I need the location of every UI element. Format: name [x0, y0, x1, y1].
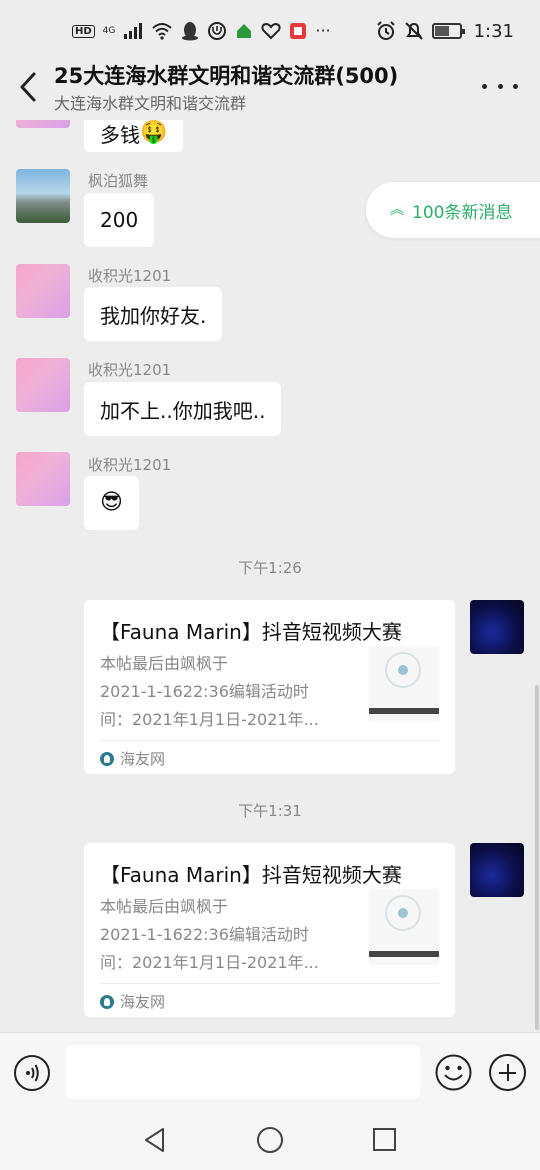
status-bar: HD 4G ··· 1:31 — [0, 0, 540, 62]
home-app-icon — [237, 24, 252, 38]
chat-area[interactable]: 多钱 🤑 枫泊狐舞 200 ︽ 100条新消息 收积光1201 我加你好友. 收积… — [0, 120, 540, 1032]
alarm-icon — [376, 21, 395, 40]
message-bubble[interactable]: 多钱 🤑 — [84, 120, 184, 152]
signal-icon — [124, 23, 143, 39]
clock: 1:31 — [473, 20, 514, 42]
card-source-label: 海友网 — [120, 993, 166, 1011]
hd-badge: HD — [72, 24, 95, 38]
card-divider — [100, 983, 439, 984]
card-title: 【Fauna Marin】抖音短视频大赛 — [100, 863, 402, 887]
plus-icon[interactable] — [489, 1054, 526, 1091]
card-thumbnail — [369, 646, 439, 722]
message-text: 加不上..你加我吧.. — [100, 398, 266, 423]
chevron-left-icon[interactable] — [16, 70, 40, 104]
avatar-self[interactable] — [470, 843, 524, 897]
chat-title: 25大连海水群文明和谐交流群(500) — [54, 64, 399, 88]
avatar[interactable] — [16, 452, 70, 506]
message-bubble[interactable]: 我加你好友. — [84, 287, 223, 341]
source-logo-icon — [100, 751, 114, 766]
message-text: 多钱 — [100, 122, 140, 147]
more-notifications-icon: ··· — [315, 21, 331, 40]
card-source: 海友网 — [100, 748, 165, 769]
sender-name: 收积光1201 — [88, 267, 172, 285]
avatar[interactable] — [16, 264, 70, 318]
card-desc-line: 间：2021年1月1日-2021年... — [100, 710, 319, 729]
card-description: 本帖最后由飒枫于 2021-1-1622:36编辑活动时 间：2021年1月1日… — [100, 893, 350, 977]
avatar[interactable] — [16, 358, 70, 412]
red-app-icon — [290, 23, 307, 39]
chat-subtitle: 大连海水群文明和谐交流群 — [54, 94, 247, 113]
double-chevron-up-icon: ︽ — [390, 202, 404, 218]
timestamp: 下午1:26 — [238, 559, 302, 577]
card-source: 海友网 — [100, 991, 165, 1012]
source-logo-icon — [100, 994, 114, 1009]
message-text: 200 — [100, 208, 139, 232]
nav-home-icon[interactable] — [257, 1127, 283, 1153]
message-bubble[interactable]: 😎 — [84, 476, 139, 530]
card-title: 【Fauna Marin】抖音短视频大赛 — [100, 620, 402, 644]
qq-penguin-icon — [182, 22, 199, 41]
sunglasses-emoji: 😎 — [100, 490, 123, 515]
network-type: 4G — [102, 25, 116, 36]
avatar[interactable] — [16, 169, 70, 223]
message-bubble[interactable]: 200 — [84, 193, 155, 247]
card-source-label: 海友网 — [120, 750, 166, 768]
chat-header: 25大连海水群文明和谐交流群(500) 大连海水群文明和谐交流群 — [0, 56, 540, 120]
sender-name: 收积光1201 — [88, 361, 172, 379]
new-messages-button[interactable]: ︽ 100条新消息 — [366, 182, 540, 238]
card-desc-line: 本帖最后由飒枫于 — [100, 654, 229, 673]
input-bar — [0, 1032, 540, 1112]
message-input[interactable] — [66, 1045, 420, 1099]
voice-waves — [26, 1064, 39, 1082]
timestamp: 下午1:31 — [238, 802, 302, 820]
money-face-emoji: 🤑 — [140, 120, 168, 145]
card-desc-line: 2021-1-1622:36编辑活动时 — [100, 682, 309, 701]
mute-bell-icon — [404, 22, 423, 40]
nav-recent-apps-icon[interactable] — [373, 1128, 396, 1151]
card-desc-line: 2021-1-1622:36编辑活动时 — [100, 925, 309, 944]
scrollbar[interactable] — [535, 685, 539, 1030]
sender-name: 收积光1201 — [88, 456, 172, 474]
nav-back-icon[interactable] — [143, 1127, 167, 1153]
status-icons-right: 1:31 — [376, 21, 514, 42]
more-dots-icon[interactable] — [482, 74, 518, 98]
shield-icon — [208, 22, 227, 40]
card-desc-line: 本帖最后由飒枫于 — [100, 897, 229, 916]
card-divider — [100, 740, 439, 741]
message-bubble[interactable]: 加不上..你加我吧.. — [84, 382, 282, 436]
voice-icon[interactable] — [14, 1055, 50, 1091]
status-icons-left: HD 4G ··· — [72, 21, 331, 41]
card-thumbnail — [369, 889, 439, 965]
link-card[interactable]: 【Fauna Marin】抖音短视频大赛 本帖最后由飒枫于 2021-1-162… — [84, 843, 455, 1017]
link-card[interactable]: 【Fauna Marin】抖音短视频大赛 本帖最后由飒枫于 2021-1-162… — [84, 600, 455, 774]
battery-level — [434, 26, 449, 36]
system-nav-bar — [0, 1112, 540, 1170]
message-text: 我加你好友. — [100, 303, 207, 328]
avatar-self[interactable] — [470, 600, 524, 654]
card-desc-line: 间：2021年1月1日-2021年... — [100, 953, 319, 972]
emoji-icon[interactable] — [435, 1054, 472, 1091]
new-messages-label: 100条新消息 — [412, 202, 513, 223]
sender-name: 枫泊狐舞 — [88, 172, 149, 190]
heart-icon — [261, 22, 281, 40]
card-description: 本帖最后由飒枫于 2021-1-1622:36编辑活动时 间：2021年1月1日… — [100, 650, 350, 734]
avatar[interactable] — [16, 120, 70, 128]
wifi-icon — [152, 23, 173, 40]
battery-icon — [431, 23, 465, 39]
